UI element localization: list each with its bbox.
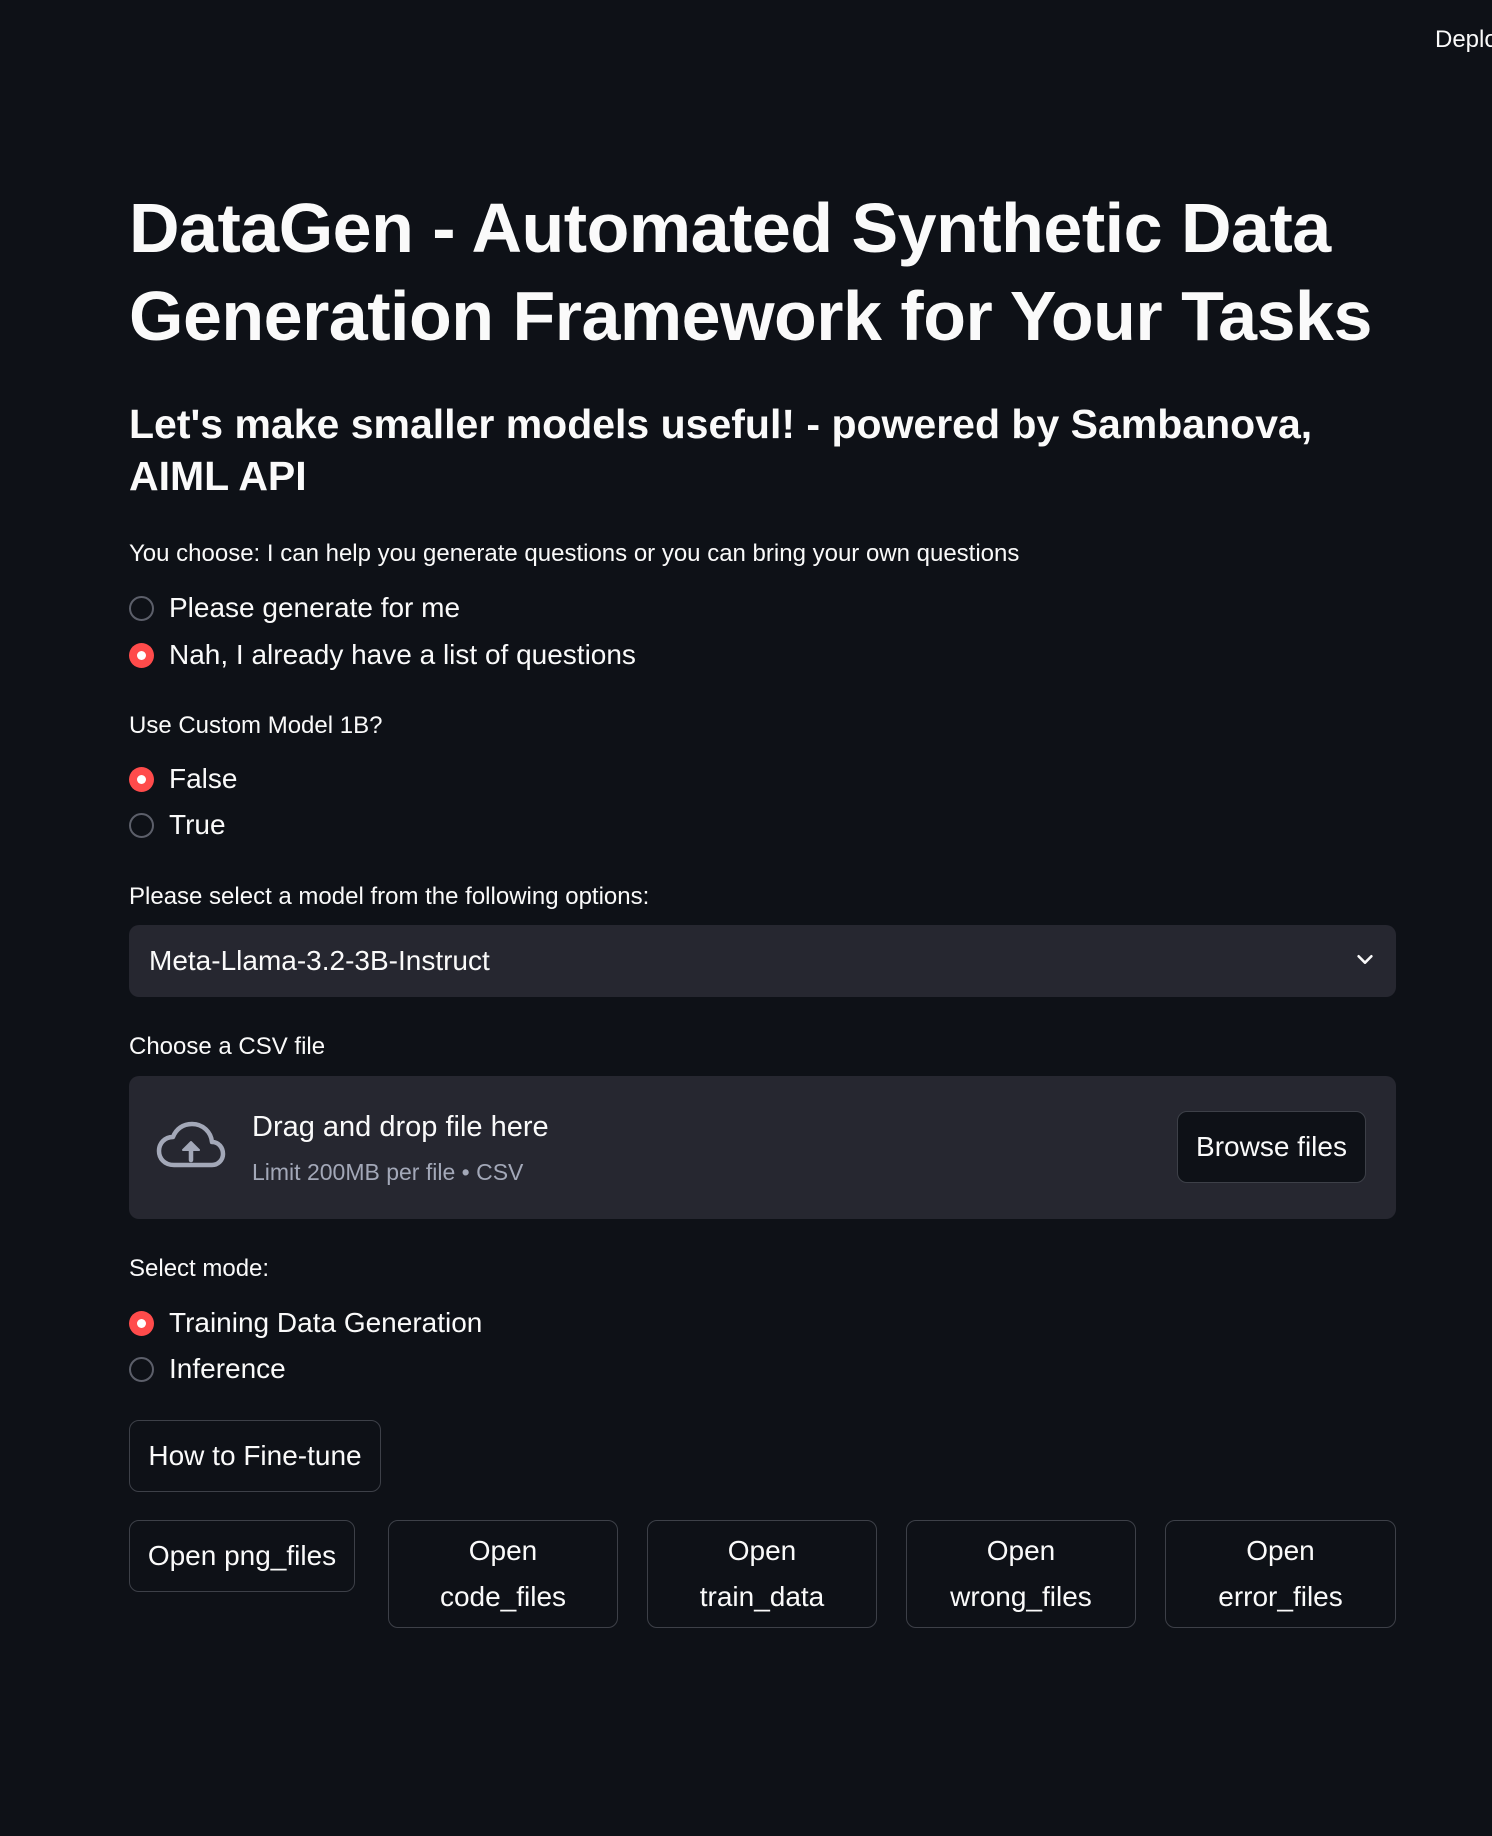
dropzone-limit-text: Limit 200MB per file • CSV [252, 1159, 524, 1185]
model-select-label: Please select a model from the following… [129, 883, 650, 910]
deploy-button[interactable]: Deplo [1435, 26, 1492, 54]
radio-button-unchecked[interactable] [129, 812, 154, 838]
button-label-line: code_files [439, 1581, 567, 1612]
question-source-label: You choose: I can help you generate ques… [129, 540, 1020, 567]
model-select[interactable]: Meta-Llama-3.2-3B-Instruct [129, 925, 1396, 997]
button-label-line: train_data [699, 1581, 825, 1612]
radio-label: Training Data Generation [169, 1307, 483, 1338]
radio-button-checked[interactable] [129, 642, 154, 668]
file-dropzone[interactable]: Drag and drop file here Limit 200MB per … [129, 1076, 1396, 1219]
model-select-value: Meta-Llama-3.2-3B-Instruct [149, 945, 490, 976]
file-upload-label: Choose a CSV file [129, 1033, 326, 1060]
radio-mode-training[interactable]: Training Data Generation [129, 1303, 482, 1343]
open-train-data-button[interactable]: Open train_data [647, 1520, 877, 1628]
chevron-down-icon[interactable] [1354, 948, 1376, 975]
button-label-line: Open [986, 1535, 1056, 1566]
button-label-line: Open [727, 1535, 797, 1566]
page-subtitle: Let's make smaller models useful! - powe… [129, 401, 1313, 499]
page-title: DataGen - Automated Synthetic Data Gener… [129, 189, 1372, 355]
radio-label: True [169, 809, 226, 840]
radio-mode-inference[interactable]: Inference [129, 1349, 286, 1389]
button-label-line: Open [468, 1535, 538, 1566]
button-label-line: Open [1246, 1535, 1315, 1566]
how-to-fine-tune-button[interactable]: How to Fine-tune [129, 1420, 381, 1492]
radio-custom-model-false[interactable]: False [129, 759, 237, 799]
radio-custom-model-true[interactable]: True [129, 805, 226, 845]
cloud-upload-icon [156, 1121, 226, 1178]
radio-button-checked[interactable] [129, 1310, 154, 1336]
button-label-line: wrong_files [950, 1581, 1092, 1612]
open-error-files-button[interactable]: Open error_files [1165, 1520, 1396, 1628]
radio-label: Nah, I already have a list of questions [169, 639, 636, 670]
radio-have-questions[interactable]: Nah, I already have a list of questions [129, 635, 636, 675]
button-label-line: error_files [1218, 1581, 1343, 1612]
radio-button-unchecked[interactable] [129, 595, 154, 621]
browse-files-button[interactable]: Browse files [1177, 1111, 1366, 1183]
open-wrong-files-button[interactable]: Open wrong_files [906, 1520, 1136, 1628]
radio-label: False [169, 763, 238, 794]
open-code-files-button[interactable]: Open code_files [388, 1520, 618, 1628]
mode-label: Select mode: [129, 1255, 270, 1282]
radio-label: Please generate for me [169, 592, 461, 623]
open-png-files-button[interactable]: Open png_files [129, 1520, 355, 1592]
custom-model-label: Use Custom Model 1B? [129, 712, 383, 739]
radio-label: Inference [169, 1353, 286, 1384]
radio-button-unchecked[interactable] [129, 1356, 154, 1382]
radio-button-checked[interactable] [129, 766, 154, 792]
radio-generate-for-me[interactable]: Please generate for me [129, 588, 460, 628]
dropzone-instructions: Drag and drop file here [252, 1111, 549, 1143]
